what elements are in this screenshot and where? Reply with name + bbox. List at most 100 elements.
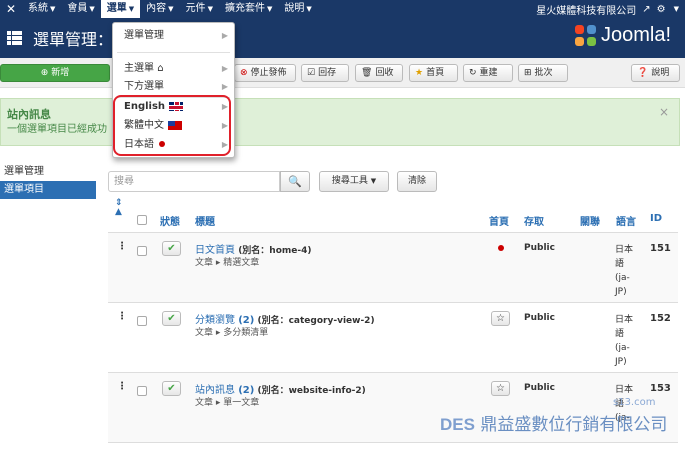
chevron-right-icon: ▶ [221,31,228,40]
set-home-star-icon[interactable]: ☆ [491,311,510,326]
row-title-link[interactable]: 站內訊息 (2) (別名：website-info-2) [195,381,366,396]
caret-down-icon: ▼ [50,5,56,13]
row-checkbox[interactable] [137,246,147,256]
row-alias: (別名：category-view-2) [257,316,375,326]
nav-system-label: 系統 [28,3,48,14]
search-tools-button[interactable]: 搜尋工具 ▼ [319,171,389,192]
caret-down-icon: ▼ [266,5,273,13]
help-button[interactable]: ❓ 說明 [631,64,680,82]
rebuild-button[interactable]: ↻ 重建 [463,64,513,82]
nav-components[interactable]: 元件 ▼ [180,0,219,18]
clear-button[interactable]: 清除 [397,171,437,192]
th-association[interactable]: 關聯 [580,213,600,228]
sidebar-item-menu-items[interactable]: 選單項目 [0,181,96,199]
row-id: 153 [650,383,671,394]
batch-button[interactable]: ⊞ 批次 [518,64,568,82]
search-icon: 🔍 [288,175,302,188]
ordering-sort-icon[interactable]: ⇕ ▲ [115,199,123,217]
drag-handle-icon[interactable]: ⋮ [117,241,127,252]
caret-down-icon: ▼ [128,5,135,13]
published-check-icon[interactable]: ✔ [162,241,181,256]
success-alert: 站內訊息 一個選單項目已經成功 × [0,98,680,146]
trash-button[interactable]: 🗑 回收 [355,64,403,82]
drag-handle-icon[interactable]: ⋮ [117,381,127,392]
th-home[interactable]: 首頁 [489,213,509,228]
external-link-icon[interactable]: ↗ [642,4,650,15]
nav-menus[interactable]: 選單 ▼ [100,0,141,18]
top-navbar: ✕ 系統 ▼ 會員 ▼ 選單 ▼ 內容 ▼ 元件 ▼ 擴充套件 ▼ 說明 ▼ 星火媒體科技有限… [0,0,685,18]
th-title[interactable]: 標題 [195,213,215,228]
dropdown-item-menu-manager[interactable]: 選單管理 ▶ [113,27,234,45]
toolbar: ⊕ 新增 ⊗ 停止發佈 ☑ 回存 🗑 回收 ★ 首頁 ↻ 重建 ⊞ 批次 ❓ 說明 [0,58,685,88]
site-name-link[interactable]: 星火媒體科技有限公司 [536,2,636,17]
nav-users-label: 會員 [67,3,88,14]
dropdown-item-label: 選單管理 [124,30,164,41]
table-row: ⋮ ✔ 日文首頁 (別名：home-4) 文章 ▸ 精選文章 Public 日本… [108,233,678,303]
home-button-label: 首頁 [426,68,445,78]
row-checkbox[interactable] [137,316,147,326]
batch-icon: ⊞ [524,68,532,78]
search-tools-label: 搜尋工具 [331,176,368,186]
new-button[interactable]: ⊕ 新增 [0,64,110,82]
gear-icon[interactable]: ⚙ [657,4,666,15]
set-home-star-icon[interactable]: ☆ [491,381,510,396]
caret-down-icon[interactable]: ▼ [674,5,679,13]
th-id[interactable]: ID [650,213,662,224]
published-check-icon[interactable]: ✔ [162,311,181,326]
nav-users[interactable]: 會員 ▼ [61,0,100,18]
chevron-right-icon: ▶ [221,82,228,91]
dropdown-item-main-menu[interactable]: 主選單 ⌂ ▶ [113,60,234,78]
nav-extensions[interactable]: 擴充套件 ▼ [219,0,278,18]
drag-handle-icon[interactable]: ⋮ [117,311,127,322]
unpublish-icon: ⊗ [240,68,248,78]
alert-message: 一個選單項目已經成功 [7,124,107,135]
row-title-link[interactable]: 日文首頁 (別名：home-4) [195,241,311,256]
joomla-logo-icon [574,24,597,47]
nav-system[interactable]: 系統 ▼ [22,0,61,18]
joomla-logo-icon[interactable]: ✕ [0,2,22,16]
nav-help[interactable]: 說明 ▼ [278,0,317,18]
help-button-label: 說明 [651,68,670,78]
dropdown-item-label: 下方選單 [124,81,164,92]
default-home-icon[interactable] [498,245,504,251]
dropdown-item-bottom-menu[interactable]: 下方選單 ▶ [113,78,234,96]
caret-down-icon: ▼ [370,177,377,185]
th-language[interactable]: 語言 [616,213,636,228]
th-status[interactable]: 狀態 [160,213,180,228]
row-checkbox[interactable] [137,386,147,396]
row-access: Public [524,383,555,393]
plus-icon: ⊕ [40,68,49,78]
watermark: DES 鼎益盛數位行銷有限公司 [440,410,667,435]
row-title-link[interactable]: 分類瀏覽 (2) (別名：category-view-2) [195,311,375,326]
row-language: 日本語 (ja-JP) [615,315,634,367]
joomla-brand: Joomla! [574,24,671,47]
watermark-url: s13.com [613,397,656,408]
search-button[interactable]: 🔍 [280,171,310,192]
table-row: ⋮ ✔ 分類瀏覽 (2) (別名：category-view-2) 文章 ▸ 多… [108,303,678,373]
unpublish-button-label: 停止發佈 [250,68,287,78]
joomla-brand-text: Joomla! [600,24,671,46]
checkin-button[interactable]: ☑ 回存 [301,64,349,82]
unpublish-button[interactable]: ⊗ 停止發佈 [234,64,296,82]
row-language: 日本語 (ja-JP) [615,245,634,297]
row-access: Public [524,313,555,323]
row-menu-type: 文章 ▸ 精選文章 [195,258,260,268]
row-menu-type: 文章 ▸ 多分類清單 [195,328,269,338]
search-input[interactable]: 搜尋 [108,171,280,192]
sidebar-item-menu-manager[interactable]: 選單管理 [0,163,96,181]
new-button-label: 新增 [51,68,70,78]
nav-content[interactable]: 內容 ▼ [140,0,179,18]
th-access[interactable]: 存取 [524,213,544,228]
close-icon[interactable]: × [659,105,669,119]
published-check-icon[interactable]: ✔ [162,381,181,396]
list-icon [7,31,22,45]
home-button[interactable]: ★ 首頁 [409,64,458,82]
check-all-checkbox[interactable] [137,215,147,225]
nav-menus-label: 選單 [106,3,127,14]
star-icon: ★ [415,68,424,78]
rebuild-button-label: 重建 [479,68,498,78]
caret-down-icon: ▼ [306,5,312,13]
home-icon: ⌂ [157,63,164,74]
dropdown-divider [117,52,230,53]
row-id: 152 [650,313,671,324]
